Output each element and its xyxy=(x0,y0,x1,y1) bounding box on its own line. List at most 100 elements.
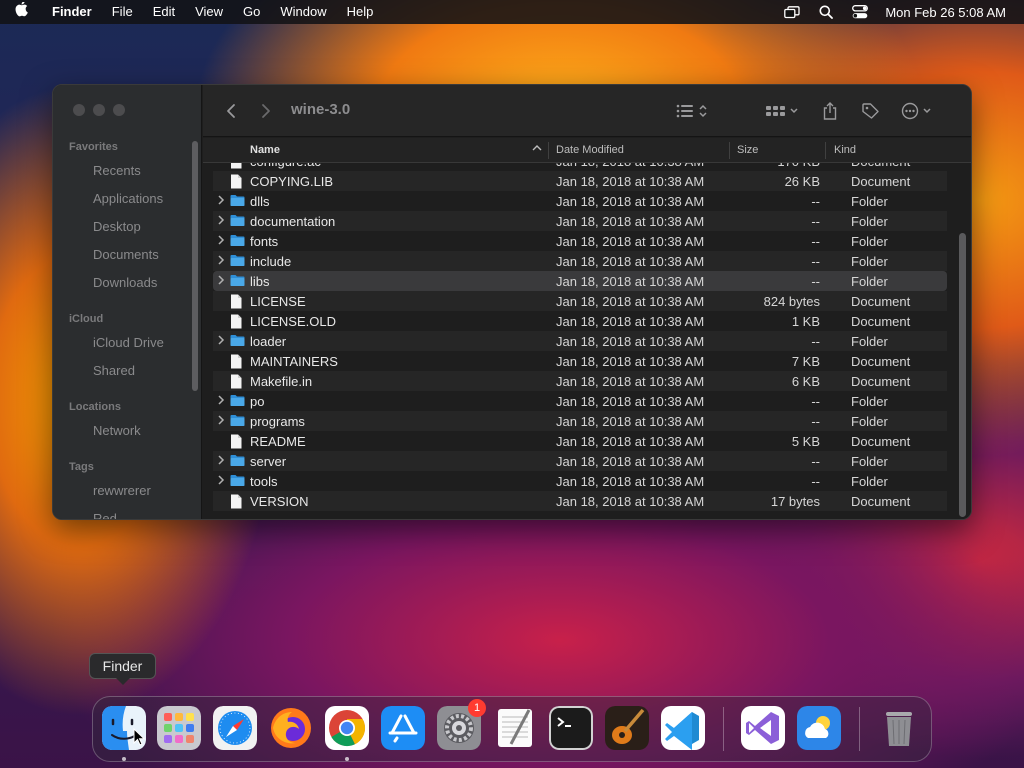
share-icon[interactable] xyxy=(820,101,840,121)
group-button[interactable] xyxy=(763,101,803,121)
sidebar-item-recents[interactable]: Recents xyxy=(93,163,141,178)
file-name: po xyxy=(250,394,265,409)
tag-icon[interactable] xyxy=(859,101,881,121)
sidebar-section-locations: Locations xyxy=(69,401,121,413)
menu-view[interactable]: View xyxy=(185,0,233,24)
sidebar-item-desktop[interactable]: Desktop xyxy=(93,219,141,234)
settings-notification-badge: 1 xyxy=(468,699,486,717)
disclosure-triangle-icon[interactable] xyxy=(217,394,225,409)
menu-help[interactable]: Help xyxy=(337,0,384,24)
disclosure-triangle-icon[interactable] xyxy=(217,474,225,489)
file-row[interactable]: COPYING.LIB Jan 18, 2018 at 10:38 AM 26 KB… xyxy=(213,171,947,191)
column-size[interactable]: Size xyxy=(737,144,758,156)
sort-chevron-up-icon[interactable] xyxy=(532,143,542,156)
folder-row[interactable]: loader Jan 18, 2018 at 10:38 AM -- Folder xyxy=(213,331,947,351)
sidebar-tag-red[interactable]: Red xyxy=(93,511,117,519)
app-store-icon[interactable] xyxy=(381,706,425,750)
column-name[interactable]: Name xyxy=(250,144,280,156)
garageband-icon[interactable] xyxy=(605,706,649,750)
launchpad-icon[interactable] xyxy=(157,706,201,750)
folder-row[interactable]: documentation Jan 18, 2018 at 10:38 AM -- F… xyxy=(213,211,947,231)
file-kind: Folder xyxy=(851,394,888,409)
disclosure-triangle-icon[interactable] xyxy=(217,214,225,229)
file-name: fonts xyxy=(250,234,279,249)
close-button[interactable] xyxy=(73,104,85,116)
disclosure-triangle-icon[interactable] xyxy=(217,234,225,249)
file-size: -- xyxy=(811,394,820,409)
file-date-modified: Jan 18, 2018 at 10:38 AM xyxy=(556,354,705,369)
sidebar-item-downloads[interactable]: Downloads xyxy=(93,275,157,290)
file-size: -- xyxy=(811,414,820,429)
sidebar-item-documents[interactable]: Documents xyxy=(93,247,159,262)
folder-row[interactable]: tools Jan 18, 2018 at 10:38 AM -- Folder xyxy=(213,471,947,491)
folder-row[interactable]: server Jan 18, 2018 at 10:38 AM -- Folder xyxy=(213,451,947,471)
folder-row[interactable]: libs Jan 18, 2018 at 10:38 AM -- Folder xyxy=(213,271,947,291)
file-row[interactable]: README Jan 18, 2018 at 10:38 AM 5 KB Docume… xyxy=(213,431,947,451)
firefox-icon[interactable] xyxy=(269,706,313,750)
list-view-button[interactable] xyxy=(673,101,713,121)
folder-row[interactable]: fonts Jan 18, 2018 at 10:38 AM -- Folder xyxy=(213,231,947,251)
file-row[interactable]: VERSION Jan 18, 2018 at 10:38 AM 17 bytes D… xyxy=(213,491,947,511)
file-row[interactable]: LICENSE Jan 18, 2018 at 10:38 AM 824 bytes… xyxy=(213,291,947,311)
terminal-icon[interactable] xyxy=(549,706,593,750)
file-date-modified: Jan 18, 2018 at 10:38 AM xyxy=(556,274,705,289)
file-row[interactable]: configure.ac Jan 18, 2018 at 10:38 AM170 … xyxy=(213,163,947,171)
screen-mirroring-icon[interactable] xyxy=(775,0,809,24)
menu-file[interactable]: File xyxy=(102,0,143,24)
menu-go[interactable]: Go xyxy=(233,0,270,24)
menu-edit[interactable]: Edit xyxy=(143,0,185,24)
disclosure-triangle-icon[interactable] xyxy=(217,194,225,209)
control-center-icon[interactable] xyxy=(843,0,877,24)
file-list-scrollbar[interactable] xyxy=(959,233,966,517)
sidebar-item-applications[interactable]: Applications xyxy=(93,191,163,206)
file-name: configure.ac xyxy=(250,163,321,169)
column-divider[interactable] xyxy=(548,142,549,159)
column-date-modified[interactable]: Date Modified xyxy=(556,144,624,156)
file-kind: Document xyxy=(851,374,911,389)
document-icon xyxy=(230,174,244,189)
sidebar-item-shared[interactable]: Shared xyxy=(93,363,135,378)
menu-app-finder[interactable]: Finder xyxy=(44,0,102,24)
sidebar-item-network[interactable]: Network xyxy=(93,423,141,438)
vscode-icon[interactable] xyxy=(661,706,705,750)
disclosure-triangle-icon[interactable] xyxy=(217,254,225,269)
file-name: MAINTAINERS xyxy=(250,354,338,369)
folder-row[interactable]: programs Jan 18, 2018 at 10:38 AM -- Folder xyxy=(213,411,947,431)
file-row[interactable]: MAINTAINERS Jan 18, 2018 at 10:38 AM 7 KB D… xyxy=(213,351,947,371)
file-row[interactable]: Makefile.in Jan 18, 2018 at 10:38 AM 6 KB D… xyxy=(213,371,947,391)
sidebar-item-icloud-drive[interactable]: iCloud Drive xyxy=(93,335,164,350)
folder-row[interactable]: po Jan 18, 2018 at 10:38 AM -- Folder xyxy=(213,391,947,411)
trash-icon[interactable] xyxy=(877,706,921,750)
file-size: 6 KB xyxy=(791,374,820,389)
column-divider[interactable] xyxy=(825,142,826,159)
chrome-icon[interactable] xyxy=(325,706,369,750)
disclosure-triangle-icon[interactable] xyxy=(217,334,225,349)
file-kind: Folder xyxy=(851,474,888,489)
weather-icon[interactable] xyxy=(797,706,841,750)
minimize-button[interactable] xyxy=(93,104,105,116)
spotlight-search-icon[interactable] xyxy=(809,0,843,24)
menu-bar-clock[interactable]: Mon Feb 26 5:08 AM xyxy=(877,5,1006,20)
visual-studio-icon[interactable] xyxy=(741,706,785,750)
disclosure-triangle-icon[interactable] xyxy=(217,274,225,289)
file-name: COPYING.LIB xyxy=(250,174,334,189)
disclosure-triangle-icon[interactable] xyxy=(217,414,225,429)
sidebar-tag-rewwrerer[interactable]: rewwrerer xyxy=(93,483,151,498)
zoom-button[interactable] xyxy=(113,104,125,116)
more-actions-icon[interactable] xyxy=(899,101,937,121)
back-button[interactable] xyxy=(223,101,239,121)
safari-icon[interactable] xyxy=(213,706,257,750)
menu-window[interactable]: Window xyxy=(270,0,336,24)
sidebar-scrollbar[interactable] xyxy=(192,141,198,391)
folder-row[interactable]: include Jan 18, 2018 at 10:38 AM -- Folder xyxy=(213,251,947,271)
forward-button[interactable] xyxy=(258,101,274,121)
file-date-modified: Jan 18, 2018 at 10:38 AM xyxy=(556,163,704,169)
column-kind[interactable]: Kind xyxy=(834,144,856,156)
document-icon xyxy=(230,354,244,369)
apple-menu-icon[interactable] xyxy=(0,1,44,22)
textedit-icon[interactable] xyxy=(493,706,537,750)
column-divider[interactable] xyxy=(729,142,730,159)
folder-row[interactable]: dlls Jan 18, 2018 at 10:38 AM -- Folder xyxy=(213,191,947,211)
disclosure-triangle-icon[interactable] xyxy=(217,454,225,469)
file-row[interactable]: LICENSE.OLD Jan 18, 2018 at 10:38 AM 1 KB D… xyxy=(213,311,947,331)
